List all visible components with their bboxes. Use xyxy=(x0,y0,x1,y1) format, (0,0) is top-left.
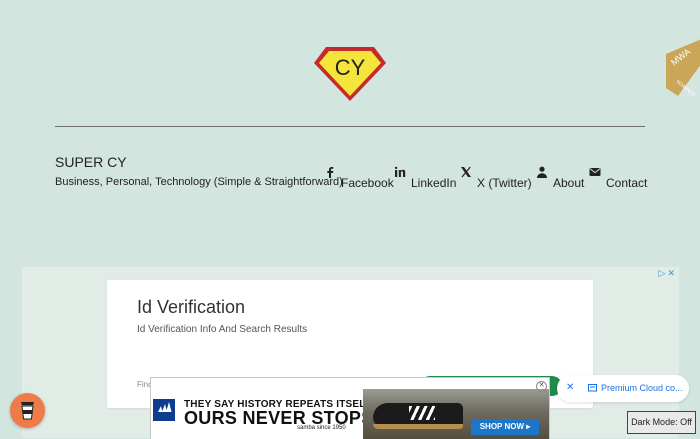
nav-about[interactable]: About xyxy=(536,166,584,190)
bottom-banner-ad[interactable]: THEY SAY HISTORY REPEATS ITSELF OURS NEV… xyxy=(150,377,550,439)
nav-label-linkedin: LinkedIn xyxy=(411,176,457,190)
person-icon xyxy=(537,166,547,178)
cloud-notice-text: Premium Cloud co... xyxy=(601,383,683,393)
facebook-icon xyxy=(327,167,334,178)
adchoices-icon[interactable]: ▷✕ xyxy=(659,268,677,279)
nav-facebook[interactable]: Facebook xyxy=(324,166,394,190)
shop-now-label: SHOP NOW xyxy=(479,422,525,431)
coffee-button[interactable] xyxy=(10,393,45,428)
ad-card-subtitle: Id Verification Info And Search Results xyxy=(137,324,308,335)
linkedin-icon xyxy=(394,166,406,177)
ad-since-text: samba since 1950 xyxy=(297,425,346,431)
header-divider xyxy=(55,126,645,127)
nav-label-facebook: Facebook xyxy=(341,176,394,190)
ad-card-title[interactable]: Id Verification xyxy=(137,297,245,318)
nav-label-contact: Contact xyxy=(606,176,648,190)
ad-shoe-sole xyxy=(373,424,463,429)
nav-x-twitter[interactable]: X (Twitter) xyxy=(460,166,532,190)
shop-now-button[interactable]: SHOP NOW ▸ xyxy=(471,419,539,435)
close-ad-icon[interactable]: ✕ xyxy=(536,381,547,392)
award-ribbon: MWA NOMINEE xyxy=(666,39,700,96)
nav-label-x-twitter: X (Twitter) xyxy=(477,176,532,190)
ad-shoe-stripes xyxy=(409,406,435,420)
close-icon[interactable]: ✕ xyxy=(566,382,574,393)
adidas-logo xyxy=(153,399,175,421)
folder-icon xyxy=(588,384,597,392)
nav-contact[interactable]: Contact xyxy=(589,166,647,190)
coffee-cup-icon xyxy=(21,402,34,420)
envelope-icon xyxy=(589,168,601,176)
cloud-notice[interactable]: ✕ Premium Cloud co... xyxy=(557,375,689,402)
dark-mode-toggle[interactable]: Dark Mode: Off xyxy=(627,411,696,434)
site-tagline: Business, Personal, Technology (Simple &… xyxy=(55,176,343,188)
nav-label-about: About xyxy=(553,176,585,190)
nav-linkedin[interactable]: LinkedIn xyxy=(394,166,456,190)
logo-text: CY xyxy=(335,55,366,80)
site-title[interactable]: SUPER CY xyxy=(55,154,127,170)
site-logo[interactable]: CY xyxy=(313,46,387,102)
x-twitter-icon xyxy=(461,166,471,178)
